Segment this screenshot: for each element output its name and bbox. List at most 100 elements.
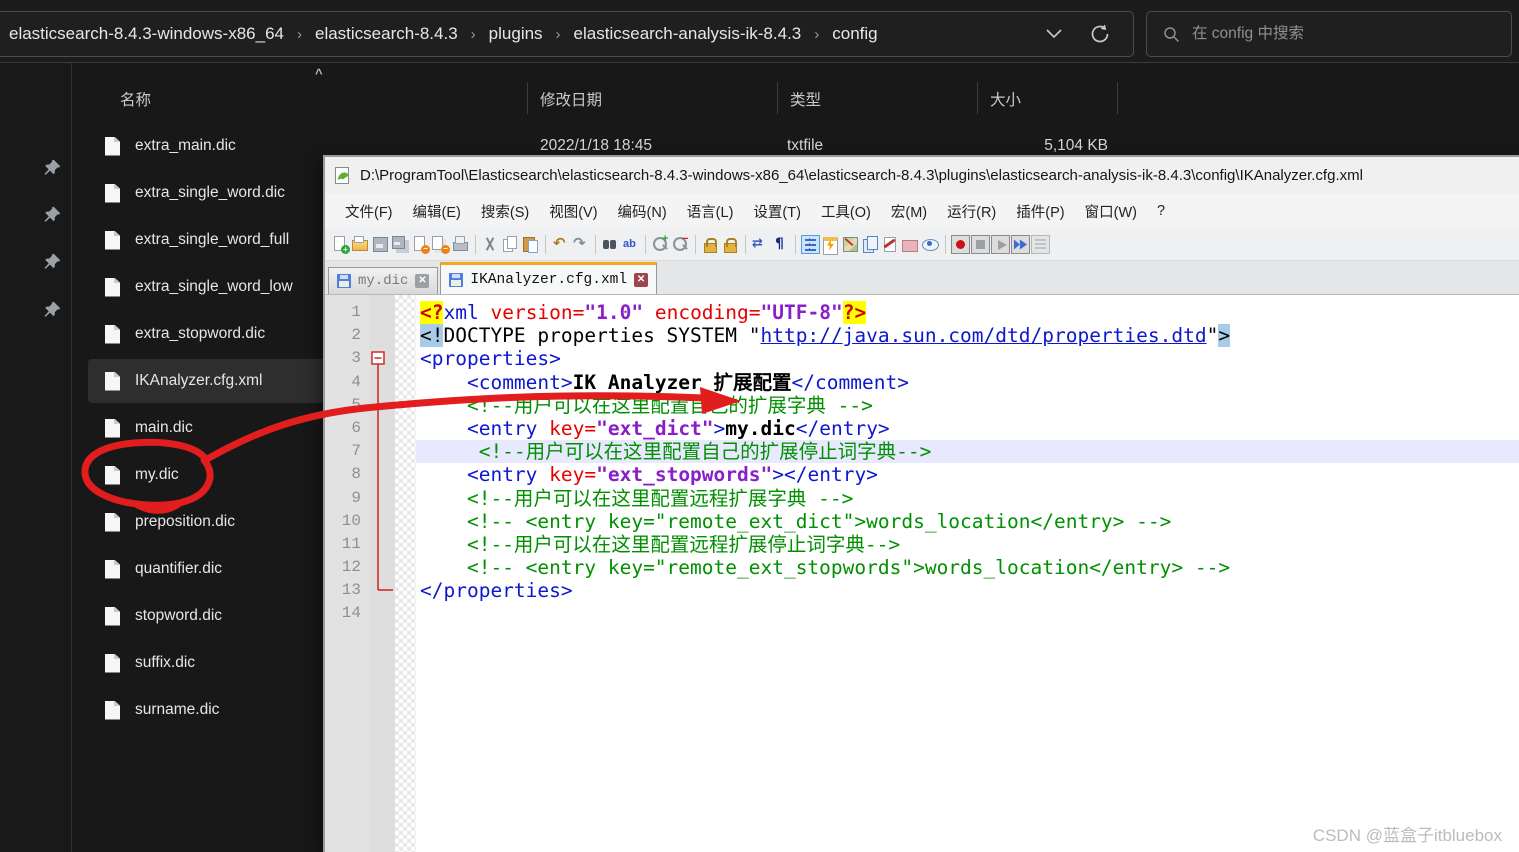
toolbar-function-list-button[interactable] [821,235,840,255]
editor-tab[interactable]: IKAnalyzer.cfg.xml ✕ [440,262,658,294]
toolbar-save-all-button[interactable] [391,235,410,254]
code-token: encoding= [654,301,761,324]
menu-item[interactable]: ? [1147,203,1175,219]
toolbar-close-button[interactable] [411,235,430,254]
breadcrumb-item[interactable]: config [832,24,877,44]
toolbar-document-switcher-button[interactable] [881,235,900,254]
menu-item[interactable]: 设置(T) [743,201,811,222]
toolbar-paste-button[interactable] [521,235,540,254]
code-line-2[interactable]: <!DOCTYPE properties SYSTEM "http://java… [416,324,1519,348]
address-bar[interactable]: elasticsearch-8.4.3-windows-x86_64 › elast… [0,11,1134,57]
toolbar-find-button[interactable] [601,235,620,254]
toolbar-zoom-in-button[interactable] [651,233,670,254]
code-line-13[interactable]: </properties> [416,579,1519,602]
fold-margin[interactable] [369,295,395,852]
menu-item[interactable]: 窗口(W) [1075,201,1147,222]
window-titlebar[interactable]: D:\ProgramTool\Elasticsearch\elasticsear… [325,157,1519,194]
code-line-5[interactable]: <!--用户可以在这里配置自己的扩展字典 --> [416,394,1519,417]
toolbar-sync-vertical-scrolling-button[interactable] [701,235,720,254]
code-line-12[interactable]: <!-- <entry key="remote_ext_stopwords">w… [416,556,1519,579]
refresh-icon[interactable] [1089,23,1111,45]
column-divider[interactable] [977,82,978,114]
column-header-name[interactable]: 名称 [120,88,151,110]
toolbar-copy-button[interactable] [501,235,520,254]
sort-ascending-icon[interactable]: ^ [315,66,323,81]
column-header-type[interactable]: 类型 [790,88,821,110]
editor[interactable]: 1 2 3 4 5 6 7 8 9 10 11 12 13 14 <?xml version="1.0" … [325,295,1519,852]
column-divider[interactable] [777,82,778,114]
breadcrumb-item[interactable]: elasticsearch-8.4.3 [315,24,458,44]
code-line-8[interactable]: <entry key="ext_stopwords"></entry> [416,463,1519,486]
code-line-10[interactable]: <!-- <entry key="remote_ext_dict">words_… [416,510,1519,533]
toolbar-macro-record-button[interactable] [951,234,970,254]
code-line-1[interactable]: <?xml version="1.0" encoding="UTF-8"?> [416,301,1519,324]
toolbar-macro-save-button[interactable] [1031,234,1050,254]
column-header-date[interactable]: 修改日期 [540,88,602,110]
menu-item[interactable]: 编码(N) [608,201,677,222]
chevron-down-icon[interactable] [1045,28,1063,40]
editor-tab[interactable]: my.dic ✕ [328,267,439,294]
code-line-7[interactable]: <!--用户可以在这里配置自己的扩展停止词字典--> [416,440,1519,464]
toolbar-word-wrap-button[interactable] [751,235,770,254]
menu-item[interactable]: 运行(R) [937,201,1006,222]
toolbar-close-all-button[interactable] [431,235,450,254]
breadcrumb-item[interactable]: elasticsearch-8.4.3-windows-x86_64 [9,24,284,44]
line-number: 4 [351,372,361,391]
breadcrumb-item[interactable]: plugins [489,24,543,44]
code-line-11[interactable]: <!--用户可以在这里配置远程扩展停止词字典--> [416,533,1519,556]
toolbar-open-file-button[interactable] [351,235,370,254]
menu-item[interactable]: 宏(M) [881,201,937,222]
toolbar-save-button[interactable] [371,235,390,254]
code-token: </comment> [791,370,909,394]
editor-lines[interactable]: <?xml version="1.0" encoding="UTF-8"?> <!… [416,295,1519,852]
column-divider[interactable] [1117,82,1118,114]
search-input[interactable] [1192,25,1442,43]
toolbar-print-button[interactable] [451,235,470,254]
toolbar-macro-stop-button[interactable] [971,234,990,254]
toolbar-replace-button[interactable] [621,235,640,254]
toolbar-show-all-characters-button[interactable] [771,235,790,254]
search-box[interactable] [1146,11,1512,57]
code-token: <comment> [466,370,573,394]
toolbar-undo-button[interactable] [551,234,570,254]
code-token: <entry [466,463,538,487]
toolbar-separator [541,234,550,254]
toolbar-document-map-button[interactable] [841,235,860,254]
file-name: preposition.dic [135,513,235,530]
toolbar-folder-as-workspace-button[interactable] [901,235,920,254]
column-divider[interactable] [527,82,528,114]
menu-item[interactable]: 工具(O) [811,201,881,222]
menu-item[interactable]: 编辑(E) [403,201,471,222]
code-line-3[interactable]: <properties> [416,347,1519,370]
toolbar-cut-button[interactable] [481,235,500,254]
toolbar-new-file-button[interactable] [331,235,350,254]
toolbar-macro-play-button[interactable] [991,234,1010,254]
toolbar-sync-horizontal-scrolling-button[interactable] [721,235,740,254]
code-token: DOCTYPE properties SYSTEM " [443,324,761,348]
toolbar-file-monitoring-button[interactable] [921,235,940,254]
menu-item[interactable]: 搜索(S) [471,201,539,222]
line-number: 14 [341,604,361,623]
code-line-4[interactable]: <comment>IK Analyzer 扩展配置</comment> [416,371,1519,394]
menu-item[interactable]: 语言(L) [677,201,744,222]
code-line-6[interactable]: <entry key="ext_dict">my.dic</entry> [416,417,1519,440]
menu-item[interactable]: 插件(P) [1006,201,1074,222]
tab-close-icon[interactable]: ✕ [415,274,430,288]
toolbar-zoom-out-button[interactable] [671,233,690,254]
toolbar-document-list-button[interactable] [861,235,880,254]
breadcrumb-item[interactable]: elasticsearch-analysis-ik-8.4.3 [574,24,802,44]
code-line-14[interactable] [416,602,1519,625]
code-token: "ext_stopwords" [596,463,773,487]
toolbar-redo-button[interactable] [571,234,590,254]
toolbar-macro-run-multiple-button[interactable] [1011,234,1030,254]
toolbar-indent-guide-button[interactable] [801,234,820,254]
column-header-size[interactable]: 大小 [990,88,1021,110]
menu-item[interactable]: 视图(V) [539,201,607,222]
menu-item[interactable]: 文件(F) [335,201,403,222]
code-line-9[interactable]: <!--用户可以在这里配置远程扩展字典 --> [416,487,1519,510]
bookmark-margin[interactable] [395,295,416,852]
tab-close-icon[interactable]: ✕ [634,272,649,287]
